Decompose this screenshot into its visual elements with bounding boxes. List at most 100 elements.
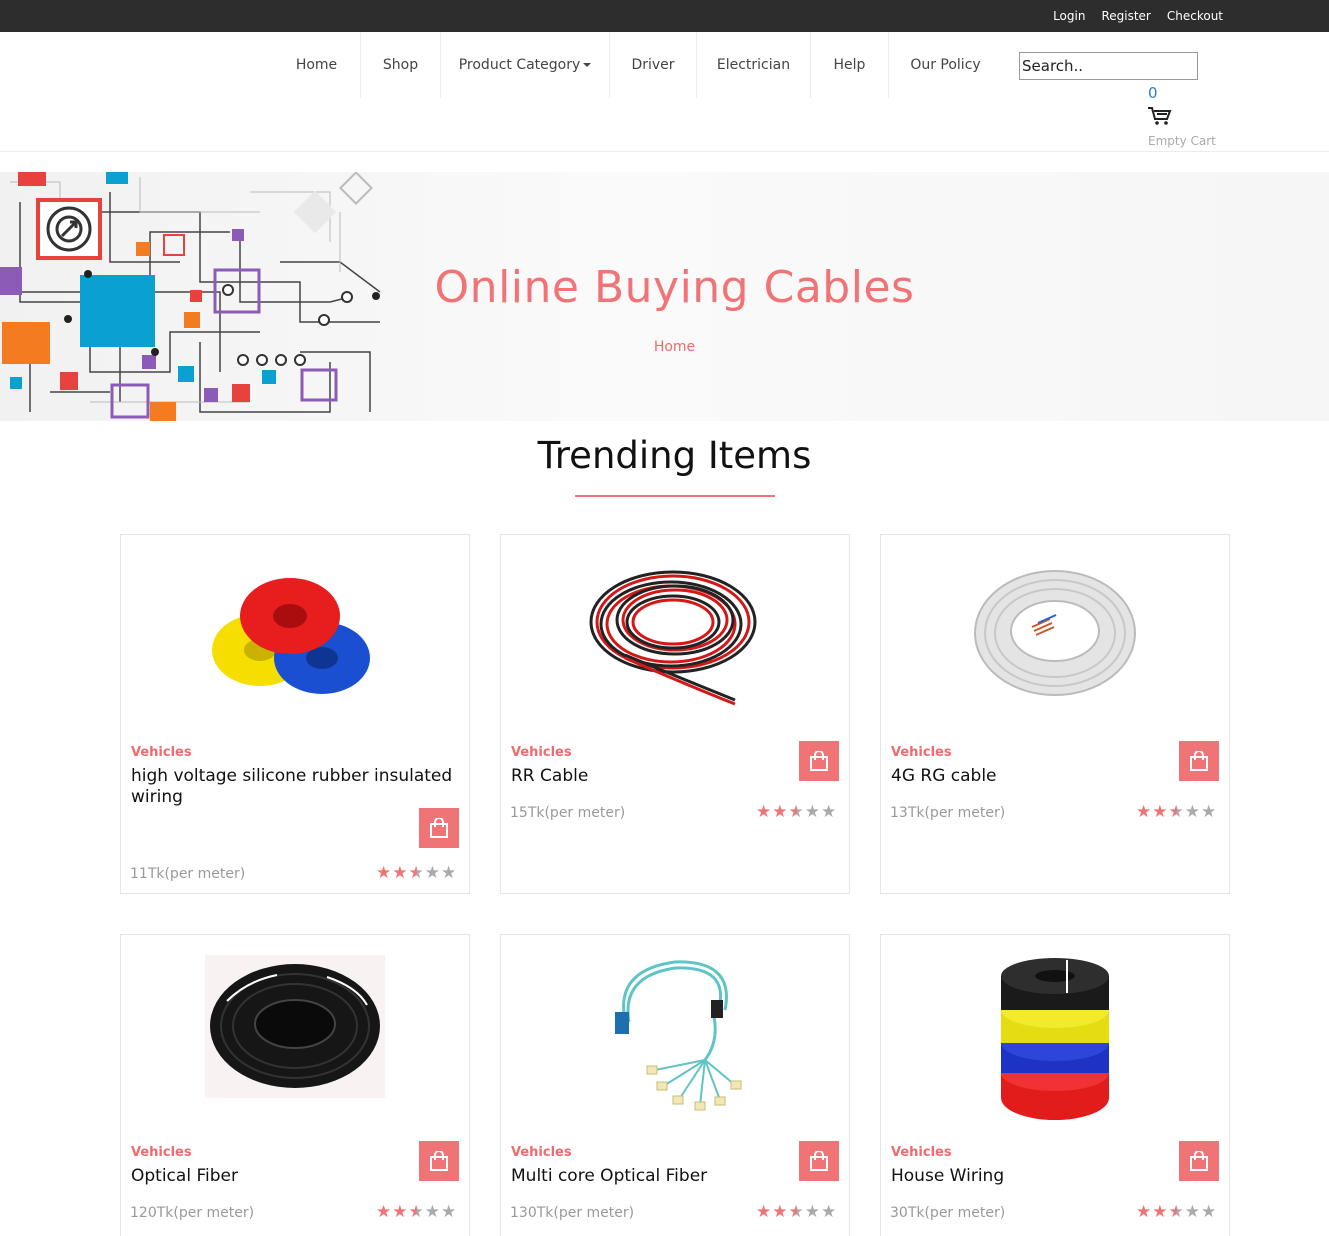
section-divider: [575, 495, 775, 497]
shopping-bag-icon: [810, 1151, 828, 1171]
cart-status: Empty Cart: [1148, 134, 1216, 148]
star-icon: ★: [376, 1202, 392, 1222]
star-rating: ★ ★ ★ ★ ★: [756, 1204, 836, 1221]
star-icon: ★: [408, 1202, 424, 1222]
product-category[interactable]: Vehicles: [511, 1145, 572, 1160]
checkout-link[interactable]: Checkout: [1167, 9, 1223, 23]
login-link[interactable]: Login: [1053, 9, 1085, 23]
product-card[interactable]: Vehicles 4G RG cable 13Tk(per meter) ★ ★ ★…: [880, 534, 1230, 894]
star-icon: ★: [376, 863, 392, 883]
product-image[interactable]: [121, 535, 469, 735]
star-icon: ★: [804, 1202, 820, 1222]
nav-item-electrician[interactable]: Electrician: [697, 32, 811, 98]
product-name[interactable]: 4G RG cable: [891, 766, 1171, 787]
product-image[interactable]: [501, 535, 849, 735]
account-links: Login Register Checkout: [1053, 9, 1223, 23]
product-name[interactable]: House Wiring: [891, 1166, 1171, 1187]
nav-item-label: Product Category: [458, 57, 581, 73]
star-rating: ★ ★ ★ ★ ★: [1136, 1204, 1216, 1221]
main-navbar: Home Shop Product Category Driver Electr…: [0, 32, 1329, 152]
nav-item-help[interactable]: Help: [811, 32, 889, 98]
star-icon: ★: [441, 1202, 457, 1222]
product-price: 13Tk(per meter): [890, 805, 1006, 821]
product-name[interactable]: Optical Fiber: [131, 1166, 411, 1187]
product-card[interactable]: Vehicles RR Cable 15Tk(per meter) ★ ★ ★ ★ ★: [500, 534, 850, 894]
star-icon: ★: [1168, 802, 1184, 822]
search-input[interactable]: [1019, 52, 1198, 80]
product-card[interactable]: Vehicles high voltage silicone rubber in…: [120, 534, 470, 894]
register-link[interactable]: Register: [1101, 9, 1150, 23]
shopping-bag-icon: [1190, 1151, 1208, 1171]
nav-item-product-category[interactable]: Product Category: [441, 32, 610, 98]
shopping-bag-icon: [1190, 751, 1208, 771]
product-card[interactable]: Vehicles Multi core Optical Fiber 130Tk(…: [500, 934, 850, 1236]
nav-item-home[interactable]: Home: [273, 32, 361, 98]
shopping-cart-icon[interactable]: [1147, 106, 1173, 126]
star-icon: ★: [821, 802, 837, 822]
nav-item-label: Shop: [382, 57, 419, 73]
nav-item-label: Our Policy: [910, 57, 981, 73]
add-to-cart-button[interactable]: [1179, 741, 1219, 781]
add-to-cart-button[interactable]: [799, 1141, 839, 1181]
fiber-patch-cord-image: [615, 960, 742, 1111]
shopping-bag-icon: [430, 1151, 448, 1171]
nav-item-label: Driver: [631, 57, 675, 73]
product-price: 120Tk(per meter): [130, 1205, 255, 1221]
star-icon: ★: [392, 1202, 408, 1222]
product-card[interactable]: Vehicles House Wiring 30Tk(per meter) ★ ★…: [880, 934, 1230, 1236]
black-cable-coil-image: [205, 954, 385, 1098]
product-image[interactable]: [121, 935, 469, 1135]
star-rating: ★ ★ ★ ★ ★: [376, 865, 456, 882]
nav-item-label: Home: [295, 57, 338, 73]
nav-item-driver[interactable]: Driver: [610, 32, 697, 98]
product-image[interactable]: [881, 935, 1229, 1135]
breadcrumb-home[interactable]: Home: [0, 339, 1329, 355]
rgb-cable-coils-image: [212, 578, 370, 694]
add-to-cart-button[interactable]: [419, 1141, 459, 1181]
star-icon: ★: [424, 863, 440, 883]
nav-item-our-policy[interactable]: Our Policy: [889, 32, 1002, 98]
star-icon: ★: [1201, 802, 1217, 822]
shopping-bag-icon: [810, 751, 828, 771]
add-to-cart-button[interactable]: [799, 741, 839, 781]
star-icon: ★: [392, 863, 408, 883]
shopping-bag-icon: [430, 818, 448, 838]
product-name[interactable]: high voltage silicone rubber insulated w…: [131, 766, 466, 808]
product-name[interactable]: Multi core Optical Fiber: [511, 1166, 791, 1187]
product-name[interactable]: RR Cable: [511, 766, 791, 787]
product-image[interactable]: [881, 535, 1229, 735]
add-to-cart-button[interactable]: [1179, 1141, 1219, 1181]
star-rating: ★ ★ ★ ★ ★: [376, 1204, 456, 1221]
star-icon: ★: [1136, 802, 1152, 822]
star-icon: ★: [772, 802, 788, 822]
section-title: Trending Items: [537, 434, 812, 477]
star-icon: ★: [408, 863, 424, 883]
product-category[interactable]: Vehicles: [511, 745, 572, 760]
product-category[interactable]: Vehicles: [891, 745, 952, 760]
star-icon: ★: [1184, 802, 1200, 822]
product-category[interactable]: Vehicles: [131, 745, 192, 760]
star-icon: ★: [756, 1202, 772, 1222]
add-to-cart-button[interactable]: [419, 808, 459, 848]
product-category[interactable]: Vehicles: [131, 1145, 192, 1160]
nav-item-shop[interactable]: Shop: [361, 32, 441, 98]
star-icon: ★: [1152, 802, 1168, 822]
star-icon: ★: [804, 802, 820, 822]
product-card[interactable]: Vehicles Optical Fiber 120Tk(per meter) …: [120, 934, 470, 1236]
product-price: 130Tk(per meter): [510, 1205, 635, 1221]
product-image[interactable]: [501, 935, 849, 1135]
product-category[interactable]: Vehicles: [891, 1145, 952, 1160]
star-icon: ★: [788, 802, 804, 822]
star-rating: ★ ★ ★ ★ ★: [1136, 804, 1216, 821]
star-icon: ★: [756, 802, 772, 822]
star-icon: ★: [441, 863, 457, 883]
star-icon: ★: [788, 1202, 804, 1222]
star-icon: ★: [821, 1202, 837, 1222]
product-price: 15Tk(per meter): [510, 805, 626, 821]
product-price: 11Tk(per meter): [130, 866, 246, 882]
product-price: 30Tk(per meter): [890, 1205, 1006, 1221]
cart-count[interactable]: 0: [1148, 84, 1158, 102]
red-black-cable-coil-image: [589, 570, 757, 706]
stacked-wire-coils-image: [1001, 957, 1109, 1120]
star-icon: ★: [1136, 1202, 1152, 1222]
